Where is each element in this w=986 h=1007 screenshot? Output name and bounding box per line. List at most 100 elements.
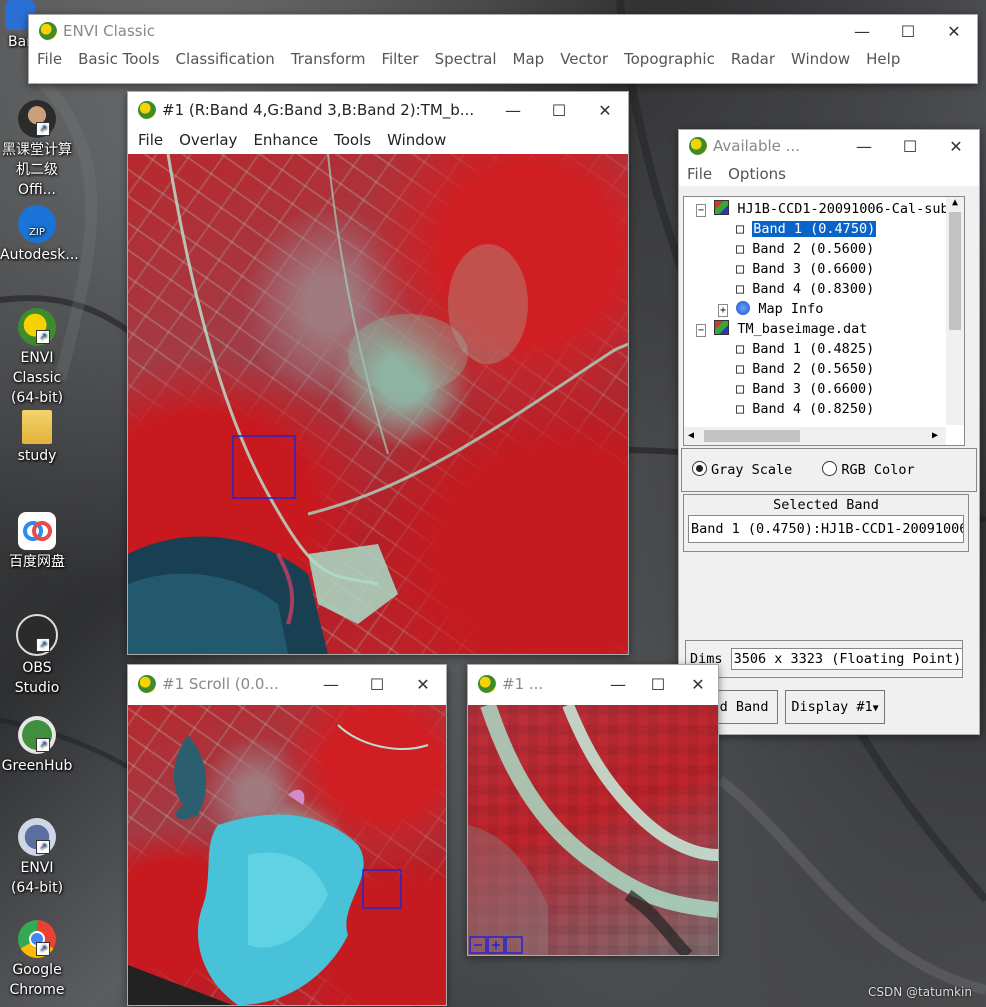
tree-band-item[interactable]: □ Band 1 (0.4750) xyxy=(684,219,964,239)
minimize-icon[interactable]: — xyxy=(841,137,887,156)
scroll-window: #1 Scroll (0.0... — ☐ ✕ xyxy=(127,664,447,1006)
close-icon[interactable]: ✕ xyxy=(678,675,718,694)
display-menubar: File Overlay Enhance Tools Window xyxy=(128,128,628,152)
menu-transform[interactable]: Transform xyxy=(283,47,374,71)
close-icon[interactable]: ✕ xyxy=(582,101,628,120)
display-select-button[interactable]: Display #1▼ xyxy=(785,690,885,724)
minimize-icon[interactable]: — xyxy=(598,675,638,694)
menu-enhance[interactable]: Enhance xyxy=(245,128,326,152)
menu-radar[interactable]: Radar xyxy=(723,47,783,71)
zoom-image-canvas[interactable] xyxy=(468,705,718,955)
band-icon: □ xyxy=(736,241,745,257)
menu-window[interactable]: Window xyxy=(379,128,454,152)
zoomed-image xyxy=(468,705,718,955)
close-icon[interactable]: ✕ xyxy=(400,675,446,694)
tree-map-info-item[interactable]: + Map Info xyxy=(684,299,964,319)
scroll-thumb[interactable] xyxy=(704,430,800,442)
rgb-color-radio[interactable]: RGB Color xyxy=(822,461,915,478)
menu-file[interactable]: File xyxy=(29,47,70,71)
menu-file[interactable]: File xyxy=(679,162,720,186)
tree-horizontal-scrollbar[interactable]: ◀ ▶ xyxy=(684,427,946,445)
zoom-titlebar: #1 ... — ☐ ✕ xyxy=(468,665,718,703)
baidu-netdisk-icon xyxy=(18,512,56,550)
scroll-image-canvas[interactable] xyxy=(128,705,446,1005)
scroll-up-icon[interactable]: ▲ xyxy=(946,197,964,208)
menu-classification[interactable]: Classification xyxy=(168,47,283,71)
menu-topographic[interactable]: Topographic xyxy=(616,47,723,71)
tree-band-item[interactable]: □ Band 4 (0.8250) xyxy=(684,399,964,419)
desktop-icon-study[interactable]: study xyxy=(0,410,74,466)
close-icon[interactable]: ✕ xyxy=(933,137,979,156)
band-icon: □ xyxy=(736,261,745,277)
menu-map[interactable]: Map xyxy=(505,47,553,71)
desktop-icon-course[interactable]: ↗ 黑课堂计算 机二级Offi... xyxy=(0,100,74,200)
selected-band-value: Band 1 (0.4750):HJ1B-CCD1-20091006-C xyxy=(688,515,964,543)
selected-band-group: Selected Band Band 1 (0.4750):HJ1B-CCD1-… xyxy=(683,494,969,552)
desktop-icon-envi-classic[interactable]: ↗ ENVI Classic (64-bit) xyxy=(0,308,74,408)
band-tree[interactable]: − HJ1B-CCD1-20091006-Cal-sub. □ Band 1 (… xyxy=(683,196,965,446)
desktop-icon-obs[interactable]: ↗ OBS Studio xyxy=(0,614,74,698)
tree-band-item[interactable]: □ Band 3 (0.6600) xyxy=(684,379,964,399)
menu-basic-tools[interactable]: Basic Tools xyxy=(70,47,167,71)
envi-app-icon xyxy=(689,137,707,155)
desktop-icon-autodesk[interactable]: ZIP Autodesk... xyxy=(0,205,79,265)
maximize-icon[interactable]: ☐ xyxy=(638,675,678,694)
menu-tools[interactable]: Tools xyxy=(326,128,379,152)
band-icon: □ xyxy=(736,401,745,417)
band-icon: □ xyxy=(736,221,745,237)
envi-classic-icon: ↗ xyxy=(18,308,56,346)
tree-file-item[interactable]: − HJ1B-CCD1-20091006-Cal-sub. xyxy=(684,199,964,219)
menu-overlay[interactable]: Overlay xyxy=(171,128,245,152)
image-file-icon xyxy=(714,200,730,215)
desktop-icon-envi[interactable]: ↗ ENVI (64-bit) xyxy=(0,818,74,898)
collapse-icon[interactable]: − xyxy=(696,324,707,337)
desktop-icon-chrome[interactable]: ↗ Google Chrome xyxy=(0,920,74,1000)
tree-band-item[interactable]: □ Band 1 (0.4825) xyxy=(684,339,964,359)
menu-file[interactable]: File xyxy=(130,128,171,152)
collapse-icon[interactable]: − xyxy=(696,204,707,217)
tree-band-item[interactable]: □ Band 3 (0.6600) xyxy=(684,259,964,279)
envi-app-icon xyxy=(138,675,156,693)
envi-classic-main-window: ENVI Classic — ☐ ✕ File Basic Tools Clas… xyxy=(28,14,978,84)
expand-icon[interactable]: + xyxy=(718,304,729,317)
scroll-left-icon[interactable]: ◀ xyxy=(688,427,694,445)
menu-help[interactable]: Help xyxy=(858,47,908,71)
desktop-icon-baidu[interactable]: 百度网盘 xyxy=(0,512,74,572)
display-box-indicator[interactable] xyxy=(362,869,402,909)
menu-vector[interactable]: Vector xyxy=(552,47,616,71)
overview-image xyxy=(128,724,429,1005)
band-icon: □ xyxy=(736,381,745,397)
tree-file-item[interactable]: − TM_baseimage.dat xyxy=(684,319,964,339)
maximize-icon[interactable]: ☐ xyxy=(536,101,582,120)
close-icon[interactable]: ✕ xyxy=(931,22,977,41)
dropdown-arrow-icon: ▼ xyxy=(872,703,879,714)
band-icon: □ xyxy=(736,341,745,357)
display-mode-group: Gray Scale RGB Color xyxy=(681,448,977,492)
maximize-icon[interactable]: ☐ xyxy=(885,22,931,41)
scroll-titlebar: #1 Scroll (0.0... — ☐ ✕ xyxy=(128,665,446,703)
menu-window[interactable]: Window xyxy=(783,47,858,71)
envi-app-icon xyxy=(138,101,156,119)
scroll-right-icon[interactable]: ▶ xyxy=(932,427,938,445)
tree-band-item[interactable]: □ Band 2 (0.5650) xyxy=(684,359,964,379)
image-display-canvas[interactable] xyxy=(128,154,628,654)
minimize-icon[interactable]: — xyxy=(308,675,354,694)
maximize-icon[interactable]: ☐ xyxy=(354,675,400,694)
menu-filter[interactable]: Filter xyxy=(373,47,426,71)
menu-options[interactable]: Options xyxy=(720,162,794,186)
available-bands-window: Available ... — ☐ ✕ File Options − HJ1B-… xyxy=(678,129,980,735)
display-image-window: #1 (R:Band 4,G:Band 3,B:Band 2):TM_b... … xyxy=(127,91,629,655)
avatar-icon: ↗ xyxy=(18,100,56,138)
menu-spectral[interactable]: Spectral xyxy=(427,47,505,71)
scroll-thumb[interactable] xyxy=(949,212,961,330)
minimize-icon[interactable]: — xyxy=(839,22,885,41)
maximize-icon[interactable]: ☐ xyxy=(887,137,933,156)
desktop-icon-greenhub[interactable]: ↗ GreenHub xyxy=(0,716,74,776)
tree-band-item[interactable]: □ Band 4 (0.8300) xyxy=(684,279,964,299)
tree-vertical-scrollbar[interactable]: ▲ xyxy=(946,197,964,425)
minimize-icon[interactable]: — xyxy=(490,101,536,120)
tree-band-item[interactable]: □ Band 2 (0.5600) xyxy=(684,239,964,259)
folder-icon xyxy=(22,410,52,444)
dims-group: Dims 3506 x 3323 (Floating Point) [ xyxy=(685,640,963,678)
gray-scale-radio[interactable]: Gray Scale xyxy=(692,461,792,478)
